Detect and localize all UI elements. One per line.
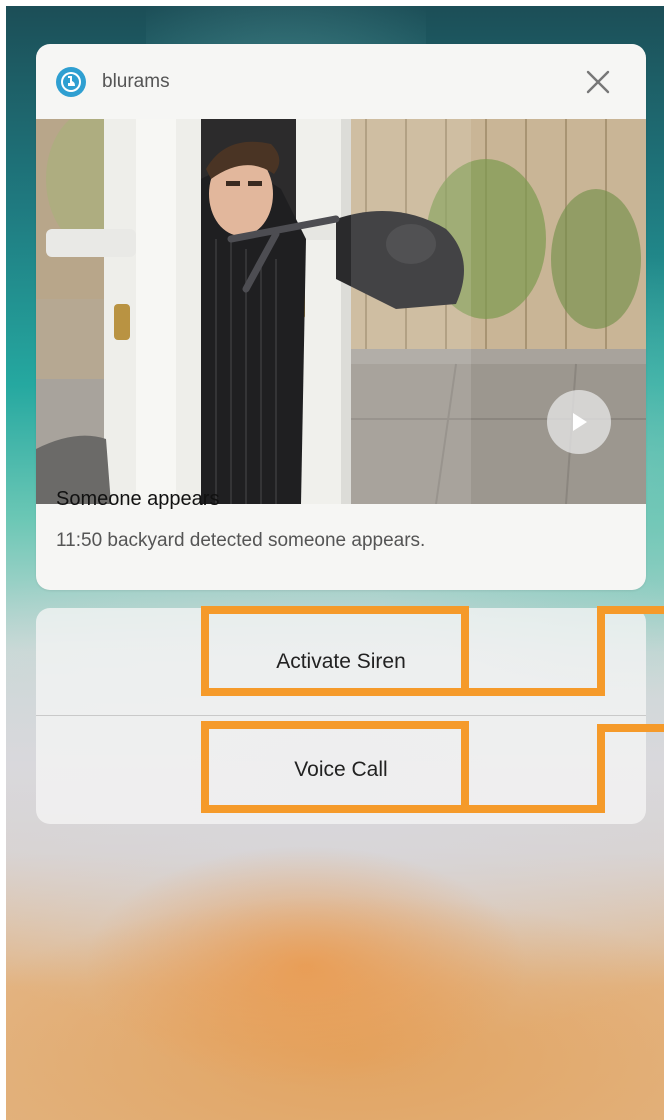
actions-panel: Activate Siren Voice Call	[36, 608, 646, 824]
play-button[interactable]	[547, 390, 611, 454]
notification-header: blurams	[36, 44, 646, 119]
activate-siren-button[interactable]: Activate Siren	[36, 608, 646, 715]
blurams-logo-icon	[61, 72, 81, 92]
voice-call-button[interactable]: Voice Call	[36, 716, 646, 823]
video-thumbnail[interactable]	[36, 119, 646, 504]
thumbnail-image	[36, 119, 646, 504]
close-icon	[586, 70, 610, 94]
play-icon	[573, 413, 587, 431]
close-button[interactable]	[582, 66, 614, 98]
app-name: blurams	[102, 71, 170, 92]
notification-body: 11:50 backyard detected someone appears.	[56, 530, 426, 551]
app-icon	[56, 67, 86, 97]
notification-card[interactable]: blurams Someone appears 11:50 backyard d…	[36, 44, 646, 590]
notification-title: Someone appears	[56, 488, 220, 510]
